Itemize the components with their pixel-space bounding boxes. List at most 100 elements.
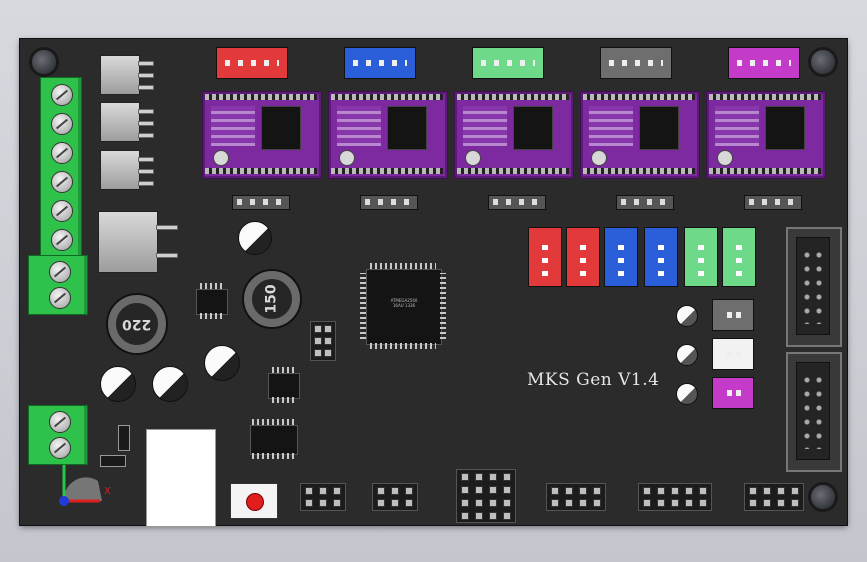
fan-connector — [712, 377, 754, 409]
pin-header — [232, 195, 290, 210]
mosfet-pin — [138, 121, 154, 126]
chip-marking: ATMEGA2560 16AU 1336 — [390, 298, 418, 308]
mounting-hole — [811, 485, 835, 509]
motor-connector-e1 — [728, 47, 800, 79]
mosfet-pin — [138, 169, 154, 174]
mks-gen-board: 150 220 ATMEGA2560 16AU 1336 MKS Gen V1.4 — [20, 39, 847, 527]
pin-header — [488, 195, 546, 210]
fuse — [118, 425, 130, 451]
bed-power-terminal — [28, 405, 88, 465]
mosfet-pin — [138, 109, 154, 114]
x-axis-label: X — [104, 486, 111, 497]
motor-connector-x — [216, 47, 288, 79]
status-led — [676, 305, 698, 327]
mosfet-pin — [138, 85, 154, 90]
stepper-driver — [454, 91, 574, 179]
mosfet-pin — [138, 181, 154, 186]
bottom-pin-header — [372, 483, 418, 511]
stepper-driver — [706, 91, 826, 179]
fan-connector — [712, 299, 754, 331]
bottom-pin-header — [546, 483, 606, 511]
ic-pins — [272, 367, 294, 373]
voltage-regulator — [98, 211, 158, 273]
mosfet-pin — [138, 157, 154, 162]
capacitor — [152, 366, 188, 402]
regulator-pin — [156, 253, 178, 258]
exp2-idc-header — [786, 352, 842, 472]
endstop-connector — [566, 227, 600, 287]
jumper-header — [310, 321, 336, 361]
bottom-pin-header — [456, 469, 516, 523]
mosfet-pin — [138, 133, 154, 138]
potentiometer-icon — [717, 150, 733, 166]
bottom-pin-header — [638, 483, 712, 511]
motor-connector-e0 — [600, 47, 672, 79]
mosfet-pin — [138, 73, 154, 78]
capacitor — [100, 366, 136, 402]
stepper-driver — [328, 91, 448, 179]
endstop-connector — [684, 227, 718, 287]
screw-icon — [51, 113, 73, 135]
endstop-connector — [528, 227, 562, 287]
endstop-connector — [604, 227, 638, 287]
small-ic — [268, 373, 300, 399]
mcu-pins — [440, 273, 446, 339]
mcu-pins — [370, 263, 436, 269]
reset-button[interactable] — [230, 483, 278, 519]
usb-serial-chip — [250, 425, 298, 455]
bottom-pin-header — [300, 483, 346, 511]
stepper-driver — [202, 91, 322, 179]
pin-header — [616, 195, 674, 210]
capacitor — [238, 221, 272, 255]
mosfet — [100, 150, 140, 190]
ic-pins — [200, 283, 222, 289]
potentiometer-icon — [339, 150, 355, 166]
mcu-pins — [370, 343, 436, 349]
status-led — [676, 344, 698, 366]
small-ic — [196, 289, 228, 315]
screw-icon — [51, 171, 73, 193]
ic-pins — [252, 419, 294, 425]
screw-icon — [49, 261, 71, 283]
power-input-terminal — [28, 255, 88, 315]
potentiometer-icon — [465, 150, 481, 166]
status-led — [676, 383, 698, 405]
potentiometer-icon — [591, 150, 607, 166]
screw-icon — [51, 84, 73, 106]
regulator-pin — [156, 225, 178, 230]
stepper-driver — [580, 91, 700, 179]
mosfet-pin — [138, 61, 154, 66]
ic-pins — [272, 397, 294, 403]
reset-button-icon — [246, 493, 264, 511]
screw-icon — [49, 411, 71, 433]
motor-connector-z — [472, 47, 544, 79]
capacitor — [204, 345, 240, 381]
screw-icon — [51, 200, 73, 222]
potentiometer-icon — [213, 150, 229, 166]
usb-port — [146, 429, 216, 527]
ic-pins — [252, 453, 294, 459]
power-terminal-block — [40, 77, 82, 259]
mounting-hole — [811, 50, 835, 74]
pin-header — [360, 195, 418, 210]
exp1-idc-header — [786, 227, 842, 347]
inductor-220: 220 — [108, 295, 166, 353]
fan-connector — [712, 338, 754, 370]
mcu-pins — [360, 273, 366, 339]
bottom-pin-header — [744, 483, 804, 511]
pin-header — [744, 195, 802, 210]
inductor-150: 150 — [244, 271, 300, 327]
atmega2560-chip: ATMEGA2560 16AU 1336 — [366, 269, 442, 345]
mounting-hole — [32, 50, 56, 74]
screw-icon — [49, 287, 71, 309]
endstop-connector — [644, 227, 678, 287]
inductor-marking: 220 — [122, 316, 152, 332]
mosfet — [100, 102, 140, 142]
endstop-connector — [722, 227, 756, 287]
inductor-marking: 150 — [263, 284, 280, 314]
motor-connector-y — [344, 47, 416, 79]
board-label: MKS Gen V1.4 — [527, 370, 660, 390]
ic-pins — [200, 313, 222, 319]
mosfet — [100, 55, 140, 95]
screw-icon — [51, 229, 73, 251]
